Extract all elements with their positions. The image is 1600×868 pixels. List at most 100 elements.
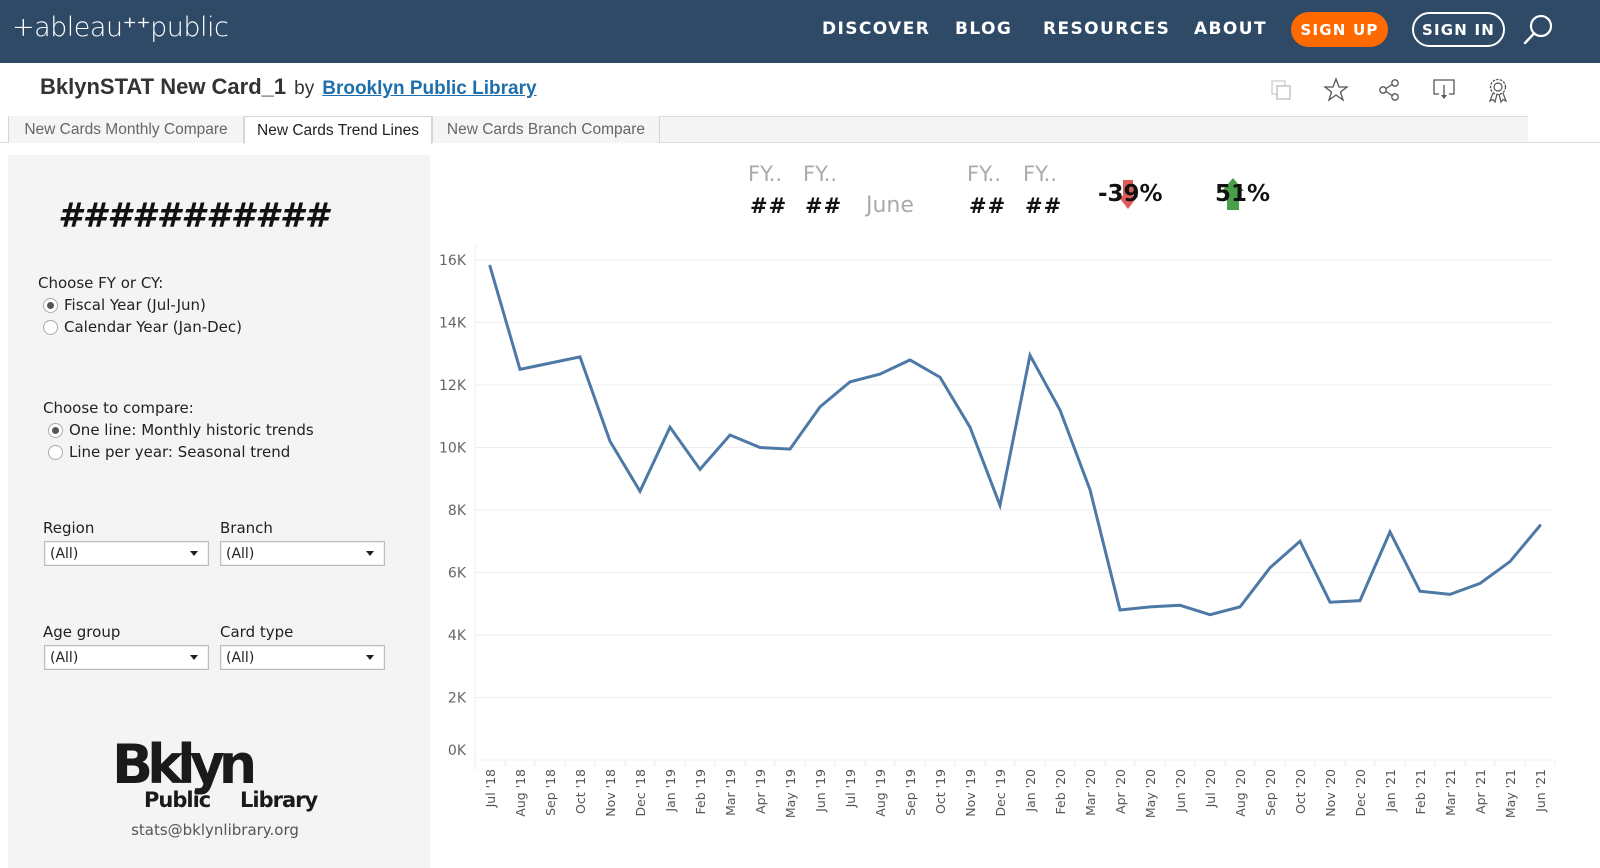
radio-button[interactable]	[43, 319, 58, 335]
y-tick-label: 8K	[448, 503, 467, 519]
author-link[interactable]: Brooklyn Public Library	[322, 78, 536, 100]
nav-resources[interactable]: RESOURCES	[1043, 19, 1170, 39]
x-tick-label: Apr '19	[753, 769, 768, 814]
new-cards-trend-chart: 0K 2K 4K 6K 8K 10K 12K 14K 16K Jul '18 Aug '18 Sep …	[439, 245, 1556, 818]
x-tick-label: Feb '19	[693, 769, 708, 814]
nav-discover[interactable]: DISCOVER	[822, 19, 930, 39]
tab-new-cards-monthly-compare[interactable]: New Cards Monthly Compare	[8, 116, 244, 143]
chevron-down-icon	[366, 551, 374, 556]
kpi-month: June	[866, 193, 914, 218]
favorite-star-icon[interactable]	[1322, 76, 1350, 104]
x-tick-label: Sep '20	[1263, 769, 1278, 816]
series-line-new-cards	[488, 264, 1542, 617]
region-dropdown-value: (All)	[50, 545, 79, 562]
y-tick-label: 6K	[448, 566, 467, 582]
chevron-down-icon	[190, 655, 198, 660]
radio-one-line[interactable]: One line: Monthly historic trends	[48, 421, 314, 439]
radio-button[interactable]	[48, 444, 63, 460]
x-tick-label: Apr '21	[1473, 769, 1488, 814]
logo-public-text: Public	[144, 788, 211, 812]
age-group-dropdown[interactable]: (All)	[44, 645, 209, 670]
branch-dropdown-value: (All)	[226, 545, 255, 562]
download-icon[interactable]	[1430, 76, 1458, 104]
radio-label: Fiscal Year (Jul-Jun)	[64, 296, 206, 314]
tab-new-cards-trend-lines[interactable]: New Cards Trend Lines	[244, 116, 432, 144]
x-tick-label: Feb '20	[1053, 769, 1068, 814]
tab-new-cards-branch-compare[interactable]: New Cards Branch Compare	[432, 116, 660, 143]
viz-title-row: BklynSTAT New Card_1 by Brooklyn Public …	[40, 74, 537, 104]
kpi-fy-label-2: FY..	[803, 162, 838, 186]
y-tick-label: 12K	[439, 378, 467, 394]
radio-label: Calendar Year (Jan-Dec)	[64, 318, 243, 336]
search-icon[interactable]	[1520, 12, 1556, 48]
share-icon[interactable]	[1376, 76, 1404, 104]
tableau-public-logo[interactable]: +ableau⁺⁺public	[12, 12, 229, 43]
logo-bklyn-text: Bklyn	[112, 735, 254, 796]
x-tick-label: Jul '18	[483, 769, 498, 808]
x-tick-label: Jan '20	[1023, 769, 1038, 813]
radio-button-selected[interactable]	[43, 297, 58, 313]
x-tick-label: Feb '21	[1413, 769, 1428, 814]
x-tick-label: Nov '18	[603, 769, 618, 817]
x-tick-label: Dec '20	[1353, 769, 1368, 817]
sign-in-button[interactable]: SIGN IN	[1412, 12, 1505, 47]
x-tick-label: Sep '18	[543, 769, 558, 816]
compare-label: Choose to compare:	[43, 399, 194, 417]
x-tick-label: Aug '20	[1233, 769, 1248, 817]
card-type-filter-label: Card type	[220, 623, 294, 641]
nav-blog[interactable]: BLOG	[955, 19, 1012, 39]
sign-up-button[interactable]: SIGN UP	[1291, 12, 1388, 47]
radio-line-per-year[interactable]: Line per year: Seasonal trend	[48, 443, 290, 461]
x-tick-label: Aug '18	[513, 769, 528, 817]
y-tick-label: 2K	[448, 691, 467, 707]
badge-icon[interactable]	[1484, 76, 1512, 104]
x-tick-label: May '20	[1143, 769, 1158, 818]
logo-library-text: Library	[240, 788, 318, 812]
x-tick-label: Dec '19	[993, 769, 1008, 817]
brooklyn-public-library-logo: Bklyn Public Library	[112, 735, 319, 812]
x-tick-label: Oct '20	[1293, 769, 1308, 814]
y-tick-label: 14K	[439, 316, 467, 332]
chevron-down-icon	[190, 551, 198, 556]
x-tick-label: Aug '19	[873, 769, 888, 817]
radio-button-selected[interactable]	[48, 422, 63, 438]
x-tick-label: Oct '18	[573, 769, 588, 814]
x-tick-label: Sep '19	[903, 769, 918, 816]
x-tick-label: May '21	[1503, 769, 1518, 818]
x-tick-label: Mar '20	[1083, 769, 1098, 816]
x-tick-label: Jan '21	[1383, 769, 1398, 813]
kpi-fy-value-4: ##	[1025, 194, 1063, 218]
copy-icon[interactable]	[1268, 76, 1296, 104]
kpi-fy-label-4: FY..	[1023, 162, 1058, 186]
card-type-dropdown[interactable]: (All)	[220, 645, 385, 670]
branch-filter-label: Branch	[220, 519, 273, 537]
region-filter-label: Region	[43, 519, 95, 537]
y-tick-label: 16K	[439, 253, 467, 269]
x-tick-label: Dec '18	[633, 769, 648, 817]
region-dropdown[interactable]: (All)	[44, 541, 209, 566]
y-tick-label: 0K	[448, 743, 467, 759]
viz-title: BklynSTAT New Card_1	[40, 74, 287, 99]
x-tick-label: Mar '19	[723, 769, 738, 816]
nav-about[interactable]: ABOUT	[1194, 19, 1267, 39]
contact-email[interactable]: stats@bklynlibrary.org	[0, 821, 430, 839]
x-tick-label: Nov '19	[963, 769, 978, 817]
branch-dropdown[interactable]: (All)	[220, 541, 385, 566]
chevron-down-icon	[366, 655, 374, 660]
kpi-fy-value-2: ##	[805, 194, 843, 218]
y-tick-label: 10K	[439, 441, 467, 457]
percent-change-up: 51%	[1215, 181, 1271, 207]
age-group-dropdown-value: (All)	[50, 649, 79, 666]
radio-fiscal-year[interactable]: Fiscal Year (Jul-Jun)	[43, 296, 206, 314]
x-tick-label: Jul '19	[843, 769, 858, 808]
age-group-filter-label: Age group	[43, 623, 121, 641]
radio-calendar-year[interactable]: Calendar Year (Jan-Dec)	[43, 318, 242, 336]
card-type-dropdown-value: (All)	[226, 649, 255, 666]
total-new-cards-value: ###########	[58, 196, 330, 236]
x-tick-label: May '19	[783, 769, 798, 818]
percent-change-down: -39%	[1098, 181, 1163, 207]
kpi-fy-value-1: ##	[750, 194, 788, 218]
fy-cy-label: Choose FY or CY:	[38, 274, 164, 292]
x-tick-label: Jan '19	[663, 769, 678, 813]
x-tick-label: Jul '20	[1203, 769, 1218, 808]
